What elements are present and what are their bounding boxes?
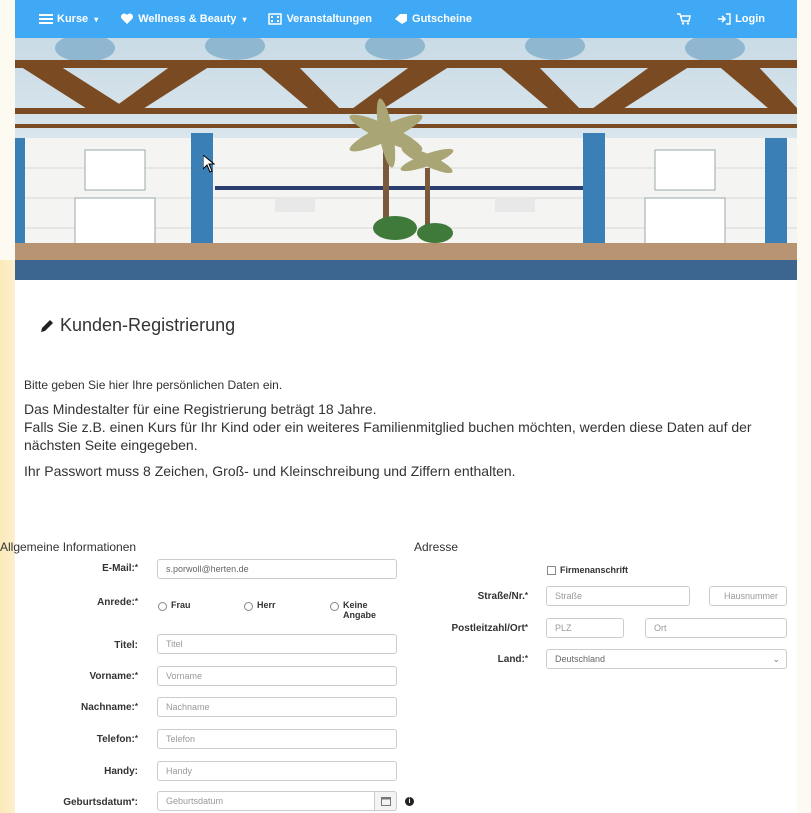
nav-gutscheine[interactable]: Gutscheine (394, 13, 472, 25)
housenumber-field[interactable]: Hausnummer (709, 586, 787, 606)
tag-icon (395, 14, 408, 24)
city-field[interactable]: Ort (645, 618, 787, 638)
radio-circle[interactable] (158, 602, 167, 611)
hero-illustration (15, 38, 797, 260)
hero-band (15, 260, 797, 280)
intro-text: Bitte geben Sie hier Ihre persönlichen D… (24, 378, 784, 480)
page-title: Kunden-Registrierung (40, 315, 235, 336)
nav-wellness-label: Wellness & Beauty (138, 13, 237, 25)
pencil-icon (41, 319, 53, 332)
info-icon[interactable]: i (405, 797, 414, 806)
radio-herr[interactable]: Herr (244, 600, 276, 611)
salutation-label: Anrede:* (97, 597, 138, 608)
radio-frau[interactable]: Frau (158, 600, 191, 611)
title-label: Titel: (114, 640, 138, 651)
hero-image (15, 38, 797, 260)
page-title-text: Kunden-Registrierung (60, 315, 236, 335)
firstname-label: Vorname:* (89, 671, 138, 682)
country-label: Land:* (497, 654, 528, 665)
nav-wellness[interactable]: Wellness & Beauty ▾ (120, 13, 246, 25)
firstname-field[interactable]: Vorname (157, 666, 397, 686)
intro-line-1: Bitte geben Sie hier Ihre persönlichen D… (24, 378, 283, 392)
calendar-button[interactable] (375, 791, 397, 811)
nav-gutscheine-label: Gutscheine (412, 13, 472, 25)
top-navbar: Kurse ▾ Wellness & Beauty ▾ Veranstaltun… (15, 0, 797, 38)
login-label: Login (735, 13, 765, 25)
login-link[interactable]: Login (717, 13, 765, 25)
nav-veranstaltungen-label: Veranstaltungen (286, 13, 373, 25)
list-icon (39, 14, 53, 24)
mobile-label: Handy: (104, 766, 138, 777)
chevron-down-icon: ▾ (242, 14, 247, 24)
company-address-checkbox[interactable]: Firmenanschrift (547, 565, 628, 575)
mouse-cursor-icon (203, 155, 215, 173)
intro-line-3: Falls Sie z.B. einen Kurs für Ihr Kind o… (24, 419, 752, 453)
radio-circle[interactable] (330, 602, 339, 611)
building-icon (268, 13, 283, 25)
nav-kurse-label: Kurse (57, 13, 89, 25)
mobile-field[interactable]: Handy (157, 761, 397, 781)
title-field[interactable]: Titel (157, 634, 397, 654)
heart-icon (121, 13, 134, 24)
phone-field[interactable]: Telefon (157, 729, 397, 749)
checkbox-box[interactable] (547, 565, 556, 575)
birthdate-label: Geburtsdatum*: (63, 797, 138, 808)
intro-line-4: Ihr Passwort muss 8 Zeichen, Groß- und K… (24, 463, 516, 479)
email-field[interactable]: s.porwoll@herten.de (157, 559, 397, 579)
cart-icon[interactable] (677, 13, 691, 25)
street-field[interactable]: Straße (546, 586, 690, 606)
nav-veranstaltungen[interactable]: Veranstaltungen (268, 13, 372, 25)
chevron-down-icon: ▾ (94, 14, 99, 24)
address-heading: Adresse (414, 540, 459, 554)
intro-line-2: Das Mindestalter für eine Registrierung … (24, 401, 377, 417)
phone-label: Telefon:* (96, 734, 138, 745)
general-heading: Allgemeine Informationen (0, 540, 137, 554)
calendar-icon (380, 797, 391, 806)
country-value: Deutschland (555, 654, 606, 664)
radio-circle[interactable] (244, 602, 253, 611)
street-label: Straße/Nr.* (477, 591, 528, 602)
sign-in-icon (718, 13, 731, 25)
lastname-label: Nachname:* (80, 702, 138, 713)
email-label: E-Mail:* (102, 563, 138, 574)
lastname-field[interactable]: Nachname (157, 697, 397, 717)
zip-field[interactable]: PLZ (546, 618, 624, 638)
chevron-down-icon: ⌄ (772, 654, 780, 664)
birthdate-field[interactable]: Geburtsdatum (157, 791, 375, 811)
nav-kurse[interactable]: Kurse ▾ (39, 13, 98, 25)
radio-keine-angabe[interactable]: Keine Angabe (330, 600, 380, 620)
country-select[interactable]: Deutschland ⌄ (546, 649, 787, 669)
zip-label: Postleitzahl/Ort* (451, 623, 528, 634)
